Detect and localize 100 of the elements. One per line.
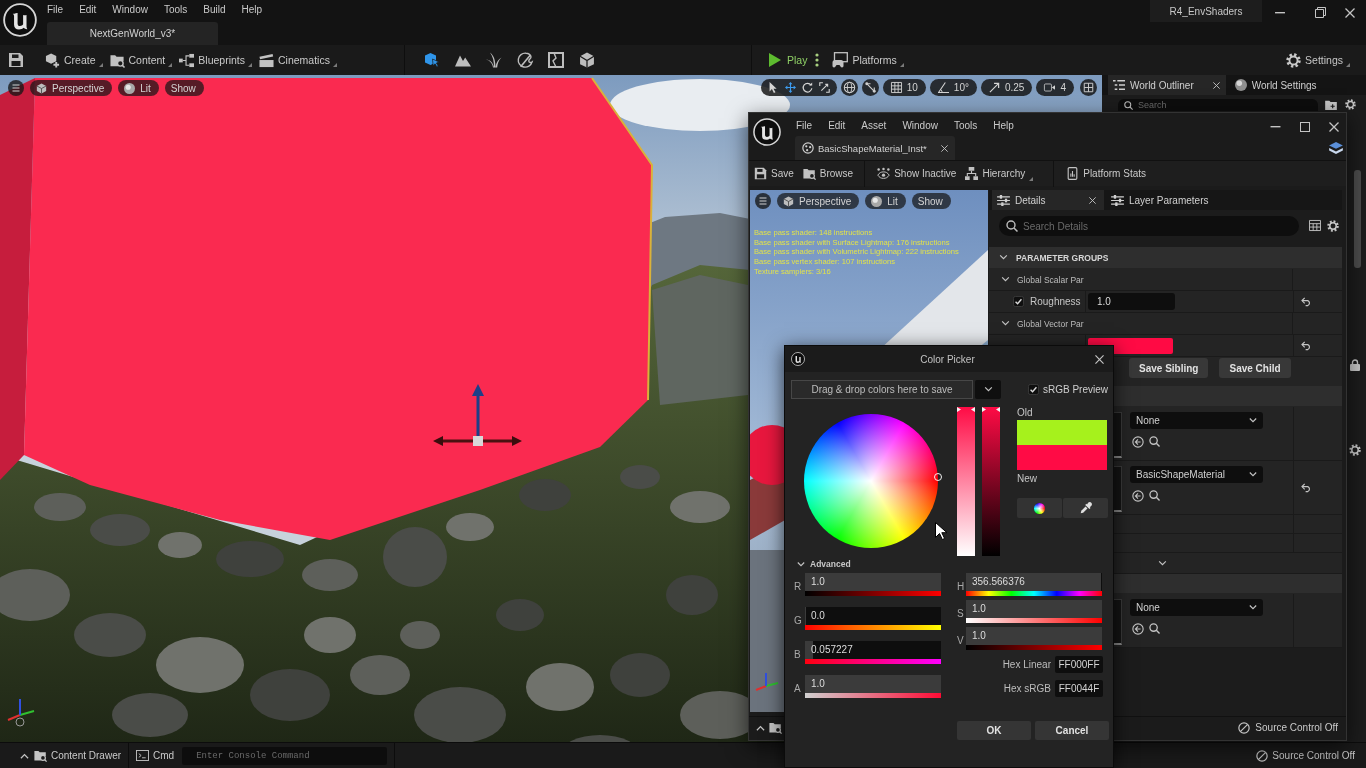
reset-icon[interactable] [1301, 483, 1312, 492]
platform-stats-button[interactable]: Platform Stats [1066, 162, 1147, 185]
table-view-icon[interactable] [1309, 220, 1321, 231]
surface-snap-icon[interactable] [861, 79, 879, 96]
show-button[interactable]: Show [164, 80, 204, 96]
lock-icon[interactable] [1350, 359, 1360, 371]
menu-item[interactable]: Window [894, 117, 946, 134]
layers-icon[interactable] [1329, 142, 1343, 154]
slider-handle[interactable] [957, 407, 975, 412]
blueprints-button[interactable]: Blueprints [179, 49, 254, 71]
panel-tab[interactable]: Layer Parameters [1106, 190, 1217, 210]
menu-item[interactable]: File [39, 1, 72, 18]
channel-value-field[interactable]: 1.0 [805, 573, 941, 591]
rotate-icon[interactable] [801, 82, 813, 93]
asset-dropdown[interactable]: None [1130, 599, 1263, 616]
scale-icon[interactable] [818, 82, 830, 93]
menu-item[interactable]: Build [195, 1, 234, 18]
menu-item[interactable]: Window [104, 1, 156, 18]
channel-value-field[interactable]: 356.566376 [966, 573, 1102, 591]
checkbox[interactable] [1028, 384, 1039, 395]
advanced-toggle[interactable]: Advanced [797, 558, 851, 570]
perspective-button[interactable]: Perspective [777, 193, 860, 209]
caret-up-icon[interactable] [756, 724, 765, 731]
create-button[interactable]: Create [45, 49, 105, 71]
fracture-icon[interactable] [548, 52, 564, 68]
minimize-icon[interactable] [1275, 12, 1285, 14]
source-control-button[interactable]: Source Control Off [1238, 721, 1338, 734]
more-options-icon[interactable] [815, 53, 820, 67]
menu-item[interactable]: Edit [820, 117, 854, 134]
settings-icon[interactable] [1349, 444, 1361, 456]
save-icon[interactable] [8, 52, 24, 68]
hex-value-field[interactable]: FF000FF [1055, 656, 1103, 673]
menu-icon[interactable] [755, 193, 771, 209]
close-icon[interactable] [1095, 354, 1104, 364]
play-button[interactable]: Play [769, 53, 808, 67]
channel-value-field[interactable]: 1.0 [805, 675, 941, 693]
maximize-icon[interactable] [1300, 122, 1310, 132]
move-icon[interactable] [784, 82, 796, 93]
menu-item[interactable]: File [788, 117, 821, 134]
saturation-slider[interactable] [957, 407, 975, 556]
document-tab[interactable]: NextGenWorld_v3* [47, 22, 218, 45]
rotation-snap-button[interactable]: 10° [929, 79, 977, 96]
save-sibling-button[interactable]: Save Sibling [1129, 358, 1209, 378]
console-input[interactable]: Enter Console Command [182, 746, 388, 765]
panel-tab[interactable]: World Settings [1229, 75, 1323, 95]
browse-button[interactable]: Browse [802, 162, 854, 185]
lit-button[interactable]: Lit [118, 80, 159, 96]
menu-item[interactable]: Edit [71, 1, 105, 18]
value-field[interactable]: 1.0 [1088, 293, 1175, 310]
close-icon[interactable] [1089, 196, 1096, 204]
cube-icon[interactable] [579, 52, 595, 68]
menu-item[interactable]: Tools [945, 117, 986, 134]
search-field[interactable]: Search Details [999, 216, 1299, 236]
chevron-icon[interactable] [1001, 321, 1010, 326]
select-mode-icon[interactable] [424, 52, 440, 68]
paintbrush-icon[interactable] [517, 52, 533, 68]
perspective-button[interactable]: Perspective [30, 80, 113, 96]
settings-button[interactable]: Settings [1286, 49, 1352, 71]
close-icon[interactable] [1212, 81, 1220, 89]
channel-value-field[interactable]: 1.0 [966, 600, 1102, 618]
cursor-icon[interactable] [767, 82, 779, 93]
reset-icon[interactable] [1301, 341, 1312, 350]
channel-value-field[interactable]: 0.0 [805, 607, 941, 625]
hierarchy-button[interactable]: Hierarchy [965, 162, 1034, 185]
cinematics-button[interactable]: Cinematics [259, 49, 339, 71]
grass-icon[interactable] [486, 52, 502, 68]
slider-handle[interactable] [982, 407, 1000, 412]
menu-icon[interactable] [8, 80, 24, 96]
minimize-icon[interactable] [1270, 126, 1281, 128]
hex-value-field[interactable]: FF0044F [1055, 680, 1103, 697]
use-selected-icon[interactable] [1132, 623, 1144, 635]
browse-icon[interactable] [1149, 623, 1160, 634]
channel-value-field[interactable]: 1.0 [966, 627, 1102, 645]
expand-chevron-icon[interactable] [1158, 560, 1167, 566]
use-selected-icon[interactable] [1132, 490, 1144, 502]
checkbox[interactable] [1013, 296, 1024, 307]
browse-icon[interactable] [1149, 436, 1160, 447]
panel-tab[interactable]: Details [992, 190, 1104, 210]
close-icon[interactable] [941, 144, 948, 152]
content-drawer-button[interactable]: Content Drawer [20, 744, 122, 767]
save-button[interactable]: Save [754, 162, 794, 185]
cancel-button[interactable]: Cancel [1035, 721, 1109, 740]
ok-button[interactable]: OK [957, 721, 1031, 740]
folder-search-icon[interactable] [769, 721, 782, 734]
menu-item[interactable]: Help [985, 117, 1022, 134]
add-folder-icon[interactable] [1325, 100, 1337, 110]
camera-speed-button[interactable]: 4 [1036, 79, 1074, 96]
scrollbar-thumb[interactable] [1354, 170, 1361, 268]
chevron-down-icon[interactable] [999, 255, 1008, 260]
wall[interactable] [0, 77, 653, 540]
show-button[interactable]: Show [911, 193, 951, 209]
color-wheel-button[interactable] [1017, 498, 1062, 518]
brightness-slider[interactable] [982, 407, 1000, 556]
settings-icon[interactable] [1345, 99, 1356, 110]
menu-item[interactable]: Help [233, 1, 271, 18]
use-selected-icon[interactable] [1132, 436, 1144, 448]
save-child-button[interactable]: Save Child [1219, 358, 1291, 378]
panel-tab[interactable]: World Outliner [1108, 75, 1226, 95]
asset-dropdown[interactable]: None [1130, 412, 1263, 429]
source-control-button[interactable]: Source Control Off [1256, 744, 1355, 767]
